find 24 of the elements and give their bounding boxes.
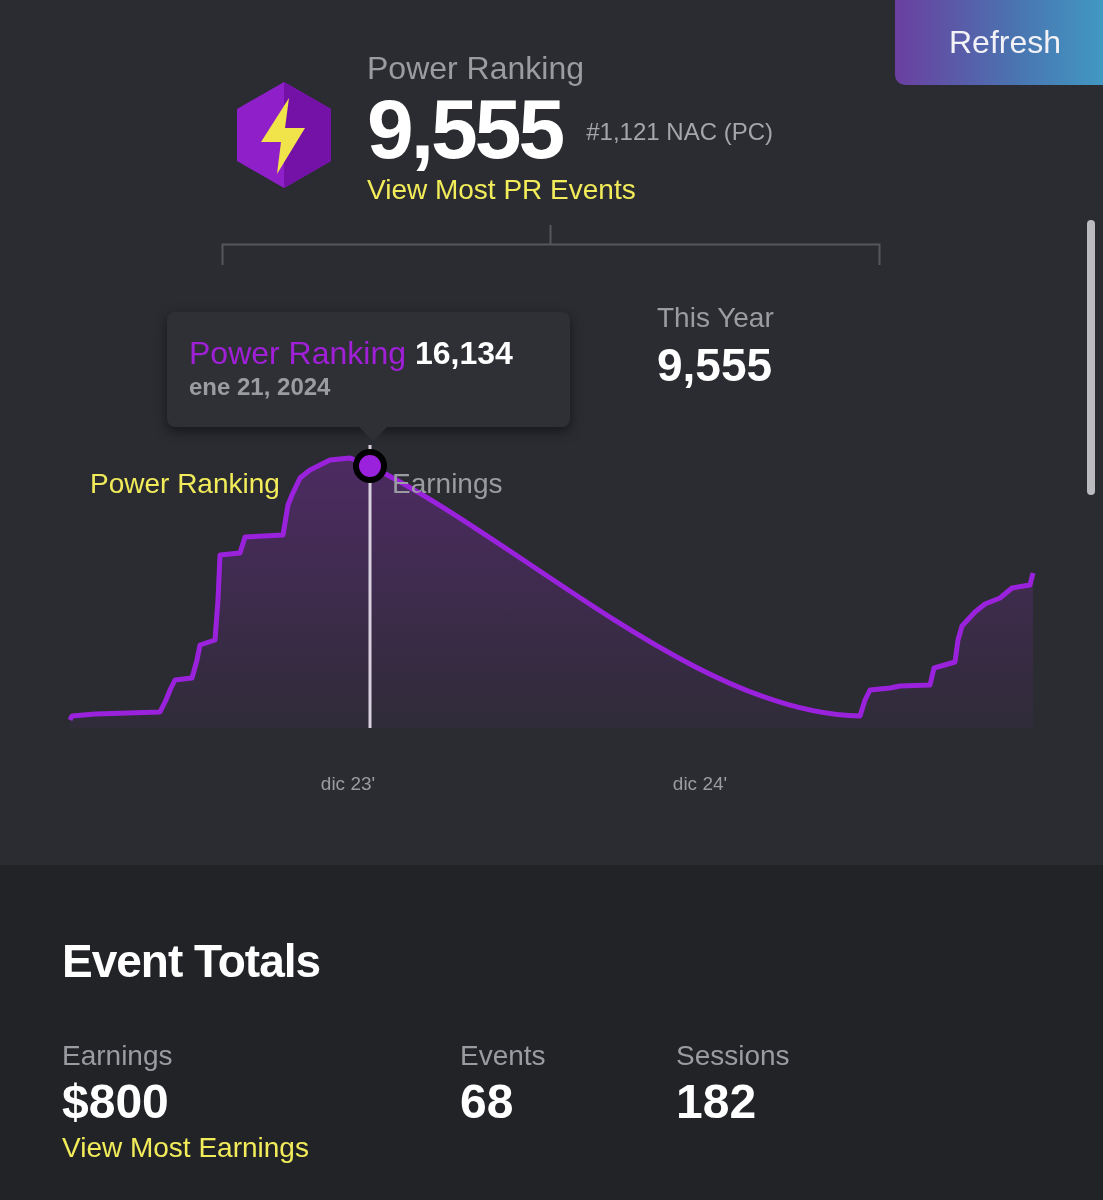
view-events-link[interactable]: View Most PR Events xyxy=(367,172,636,208)
stat-value: 68 xyxy=(460,1074,514,1130)
period-label: This Year xyxy=(657,301,775,335)
data-point xyxy=(353,449,387,483)
region-rank: #1,121 NAC (PC) xyxy=(586,118,773,146)
section-title: Event Totals xyxy=(62,934,322,989)
lightning-bolt-icon xyxy=(237,82,331,188)
stat-value: 182 xyxy=(676,1074,757,1130)
stat-label: Power Ranking xyxy=(367,49,585,88)
tooltip-series: Power Ranking xyxy=(189,335,406,371)
stat-label: Sessions xyxy=(676,1039,790,1073)
tooltip-date: ene 21, 2024 xyxy=(189,372,332,402)
period-value: 9,555 xyxy=(657,338,774,393)
axis-label: dic 24' xyxy=(672,773,728,794)
scrollbar[interactable] xyxy=(1087,220,1095,495)
axis-label: dic 23' xyxy=(320,773,376,794)
stat-value: $800 xyxy=(62,1074,169,1130)
power-ranking-value: 9,555 xyxy=(367,88,563,170)
stat-label: Events xyxy=(460,1039,546,1073)
refresh-button[interactable]: Refresh xyxy=(895,0,1103,85)
stat-label: Earnings xyxy=(62,1039,173,1073)
legend-item[interactable]: Power Ranking xyxy=(90,467,280,501)
view-earnings-link[interactable]: View Most Earnings xyxy=(62,1131,309,1165)
tooltip-value: 16,134 xyxy=(414,335,513,371)
